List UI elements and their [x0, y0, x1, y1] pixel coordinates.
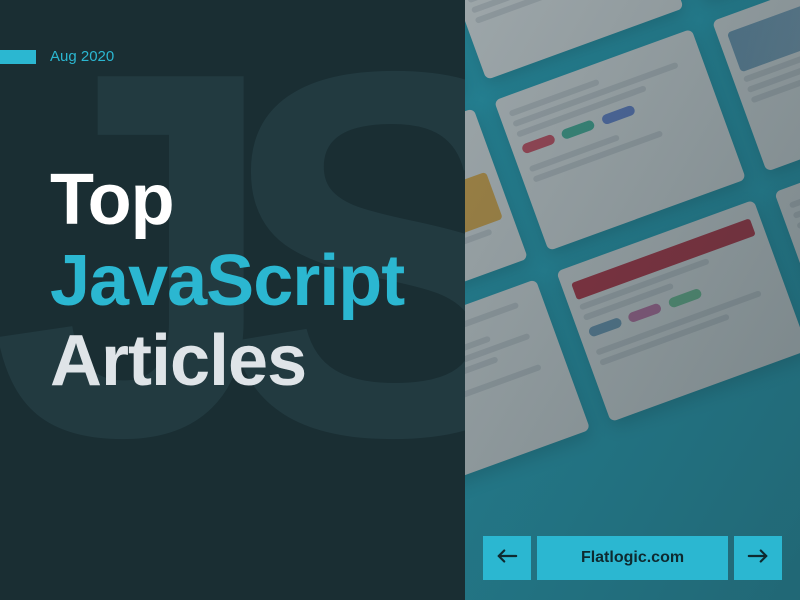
headline-line-3: Articles [50, 321, 404, 402]
arrow-left-icon [496, 547, 518, 570]
arrow-right-icon [747, 547, 769, 570]
headline-line-2: JavaScript [50, 241, 404, 322]
hero-right-panel: Flatlogic.com [465, 0, 800, 600]
date-row: Aug 2020 [0, 48, 114, 65]
headline-line-1: Top [50, 160, 404, 241]
date-label: Aug 2020 [50, 48, 114, 65]
prev-button[interactable] [483, 536, 531, 580]
bottom-nav-bar: Flatlogic.com [483, 536, 782, 580]
dashboard-mosaic [465, 0, 800, 600]
headline: Top JavaScript Articles [50, 160, 404, 402]
hero-left-panel: JS Aug 2020 Top JavaScript Articles [0, 0, 465, 600]
next-button[interactable] [734, 536, 782, 580]
brand-link-label: Flatlogic.com [581, 549, 684, 567]
accent-bar [0, 50, 36, 64]
brand-link[interactable]: Flatlogic.com [537, 536, 728, 580]
